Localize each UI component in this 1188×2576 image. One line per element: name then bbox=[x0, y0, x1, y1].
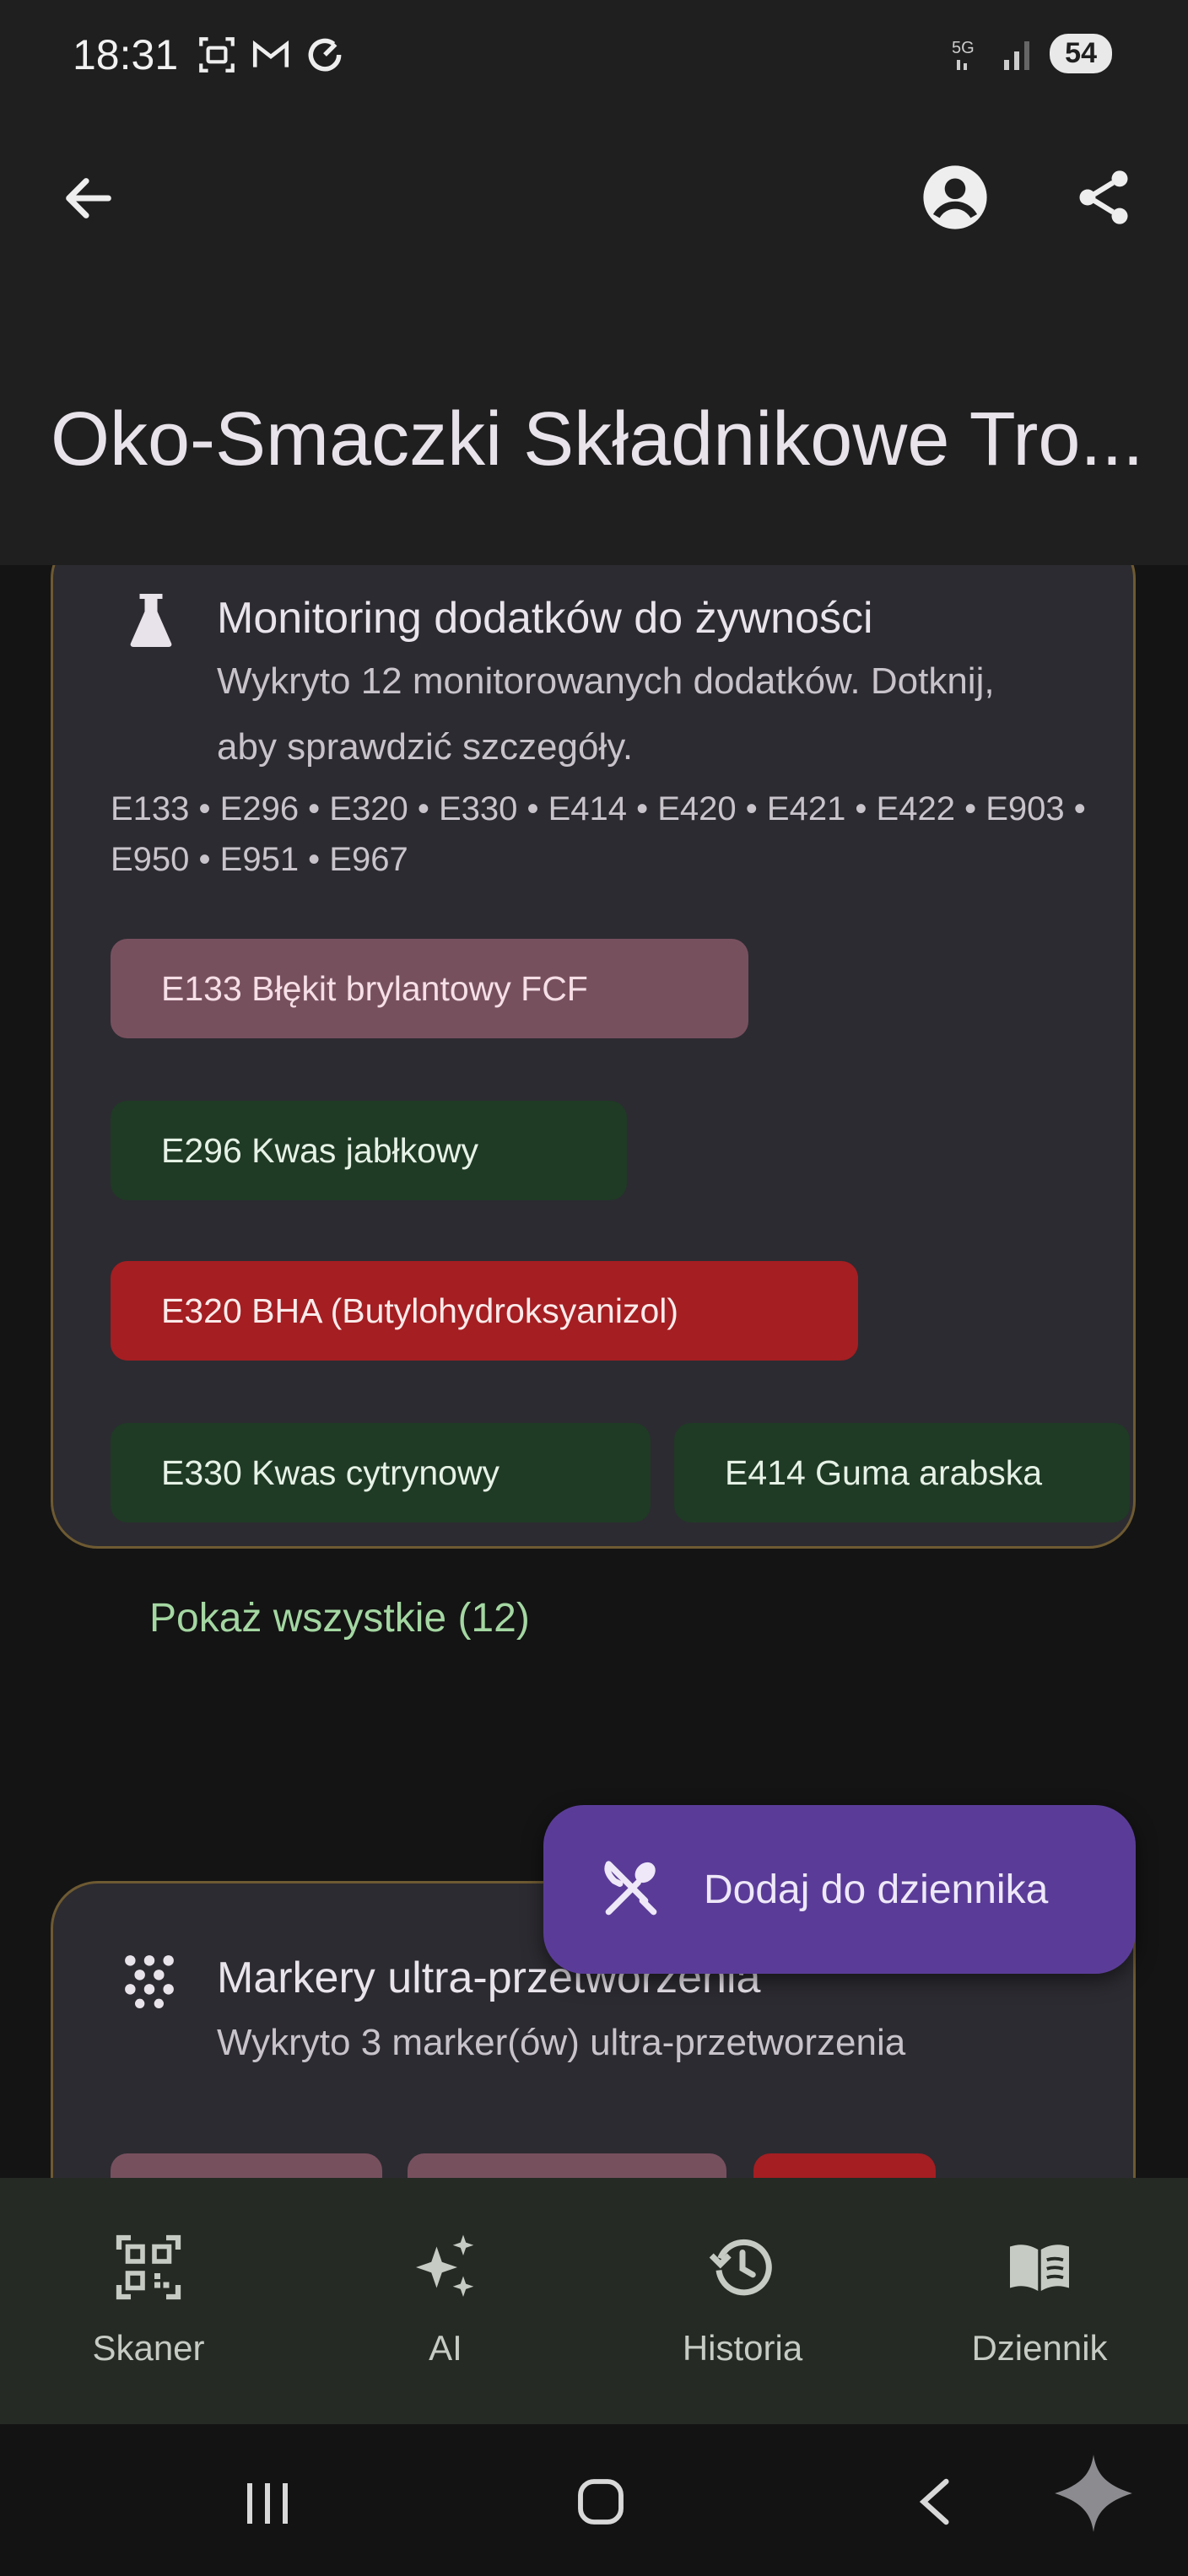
additive-codes-list: E133 • E296 • E320 • E330 • E414 • E420 … bbox=[111, 790, 1086, 878]
card-subtitle: Wykryto 3 marker(ów) ultra-przetworzenia bbox=[217, 2022, 906, 2063]
nav-item-dziennik[interactable]: Dziennik bbox=[891, 2178, 1188, 2424]
nav-label: AI bbox=[429, 2328, 462, 2368]
home-icon[interactable] bbox=[574, 2475, 628, 2529]
recent-apps-icon[interactable] bbox=[240, 2478, 295, 2529]
additive-chip-e133[interactable]: E133 Błękit brylantowy FCF bbox=[111, 939, 748, 1038]
status-time: 18:31 bbox=[73, 31, 179, 78]
card-title: Monitoring dodatków do żywności bbox=[217, 594, 873, 643]
share-button[interactable] bbox=[1063, 157, 1144, 238]
card-subtitle: Wykryto 12 monitorowanych dodatków. Dotk… bbox=[217, 660, 995, 768]
dots-grid-icon bbox=[125, 1955, 174, 2008]
bottom-navigation: Skaner AI Historia Dziennik bbox=[0, 2178, 1188, 2424]
sparkles-icon bbox=[416, 2234, 474, 2297]
chip-label: E133 Błękit brylantowy FCF bbox=[161, 968, 588, 1008]
app-bar: Oko-Smaczki Składnikowe Tro... bbox=[0, 118, 1188, 565]
fork-spoon-icon bbox=[604, 1861, 657, 1916]
sync-icon bbox=[308, 38, 342, 72]
page-title: Oko-Smaczki Składnikowe Tro... bbox=[51, 397, 1144, 482]
share-icon bbox=[1079, 170, 1128, 224]
sparkle-assistant-icon[interactable] bbox=[1051, 2451, 1136, 2536]
network-5g-icon: 5G bbox=[952, 39, 975, 70]
qr-scanner-icon bbox=[116, 2234, 181, 2300]
chip-label: E414 Guma arabska bbox=[725, 1452, 1043, 1492]
nav-label: Dziennik bbox=[971, 2328, 1108, 2368]
nav-item-historia[interactable]: Historia bbox=[594, 2178, 891, 2424]
book-icon bbox=[1010, 2245, 1069, 2291]
marker-chip[interactable] bbox=[111, 2153, 382, 2178]
chip-label: E296 Kwas jabłkowy bbox=[161, 1130, 479, 1170]
additive-chip-e330[interactable]: E330 Kwas cytrynowy bbox=[111, 1423, 651, 1522]
marker-chip[interactable] bbox=[408, 2153, 726, 2178]
screenshot-icon bbox=[199, 37, 235, 73]
account-circle-icon bbox=[923, 165, 987, 229]
chip-label: E330 Kwas cytrynowy bbox=[161, 1452, 500, 1492]
gmail-icon bbox=[252, 40, 289, 67]
additives-card[interactable]: Monitoring dodatków do żywności Wykryto … bbox=[51, 565, 1136, 1641]
nav-label: Historia bbox=[682, 2328, 803, 2368]
marker-chip[interactable] bbox=[753, 2153, 936, 2178]
history-icon bbox=[709, 2239, 772, 2296]
chip-label: E320 BHA (Butylohydroksyanizol) bbox=[161, 1291, 679, 1330]
add-to-diary-button[interactable]: Dodaj do dziennika bbox=[543, 1805, 1136, 1974]
nav-item-ai[interactable]: AI bbox=[297, 2178, 594, 2424]
status-notification-icons bbox=[196, 34, 346, 76]
arrow-left-icon bbox=[66, 178, 111, 218]
back-button[interactable] bbox=[51, 160, 127, 236]
profile-button[interactable] bbox=[915, 157, 996, 238]
status-system-icons: 5G 54 bbox=[952, 32, 1112, 74]
system-navigation-bar bbox=[0, 2424, 1188, 2576]
show-all-button[interactable]: Pokaż wszystkie (12) bbox=[149, 1595, 530, 1641]
fab-label: Dodaj do dziennika bbox=[704, 1867, 1049, 1912]
nav-item-skaner[interactable]: Skaner bbox=[0, 2178, 297, 2424]
nav-label: Skaner bbox=[92, 2328, 205, 2368]
flask-icon bbox=[130, 594, 172, 647]
back-nav-icon[interactable] bbox=[911, 2475, 958, 2529]
additive-chip-e320[interactable]: E320 BHA (Butylohydroksyanizol) bbox=[111, 1261, 858, 1361]
signal-icon bbox=[1004, 41, 1030, 70]
additive-chip-e414[interactable]: E414 Guma arabska bbox=[674, 1423, 1130, 1522]
svg-text:5G: 5G bbox=[952, 39, 975, 57]
additive-chip-e296[interactable]: E296 Kwas jabłkowy bbox=[111, 1101, 627, 1200]
status-bar: 18:31 5G 54 bbox=[0, 0, 1188, 118]
battery-indicator: 54 bbox=[1050, 33, 1112, 73]
